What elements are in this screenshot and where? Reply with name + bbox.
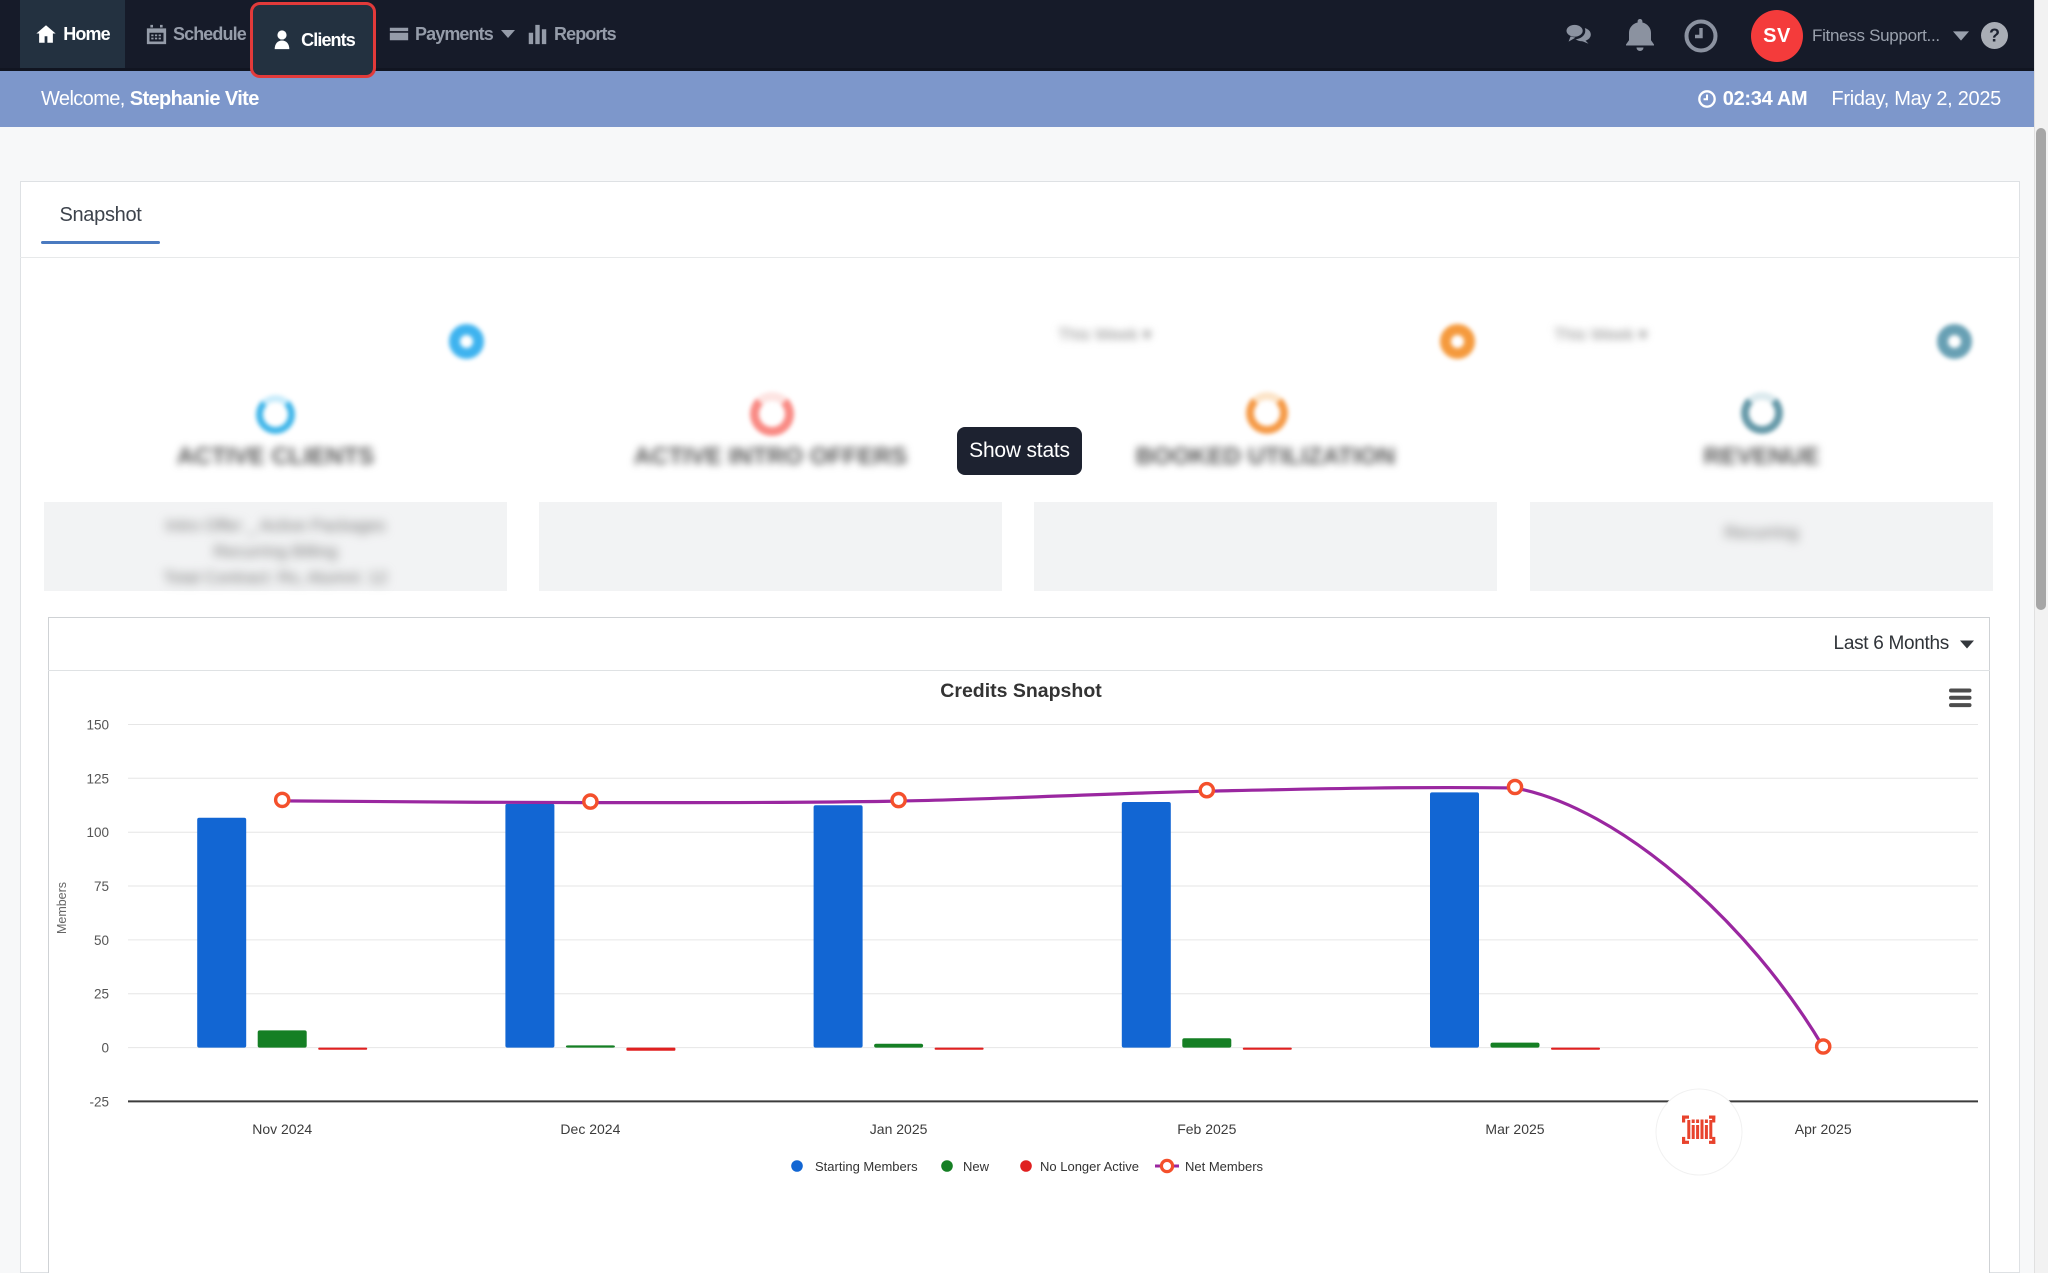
svg-text:75: 75	[94, 879, 109, 894]
svg-text:125: 125	[86, 771, 109, 786]
svg-text:-25: -25	[89, 1094, 109, 1109]
svg-text:Nov 2024: Nov 2024	[252, 1121, 312, 1137]
svg-text:Mar 2025: Mar 2025	[1485, 1121, 1544, 1137]
svg-text:0: 0	[101, 1041, 109, 1056]
svg-text:Feb 2025: Feb 2025	[1177, 1121, 1236, 1137]
svg-text:25: 25	[94, 987, 109, 1002]
svg-text:Members: Members	[55, 882, 69, 934]
svg-text:Starting Members: Starting Members	[815, 1159, 918, 1174]
svg-text:150: 150	[86, 718, 109, 733]
svg-text:New: New	[963, 1159, 990, 1174]
svg-text:?: ?	[1989, 26, 2000, 46]
svg-text:Net Members: Net Members	[1185, 1159, 1264, 1174]
svg-text:50: 50	[94, 933, 109, 948]
svg-text:100: 100	[86, 825, 109, 840]
svg-text:Dec 2024: Dec 2024	[560, 1121, 620, 1137]
svg-text:Credits Snapshot: Credits Snapshot	[940, 680, 1102, 702]
svg-text:No Longer Active: No Longer Active	[1040, 1159, 1139, 1174]
svg-text:Apr 2025: Apr 2025	[1795, 1121, 1852, 1137]
svg-text:Jan 2025: Jan 2025	[870, 1121, 928, 1137]
